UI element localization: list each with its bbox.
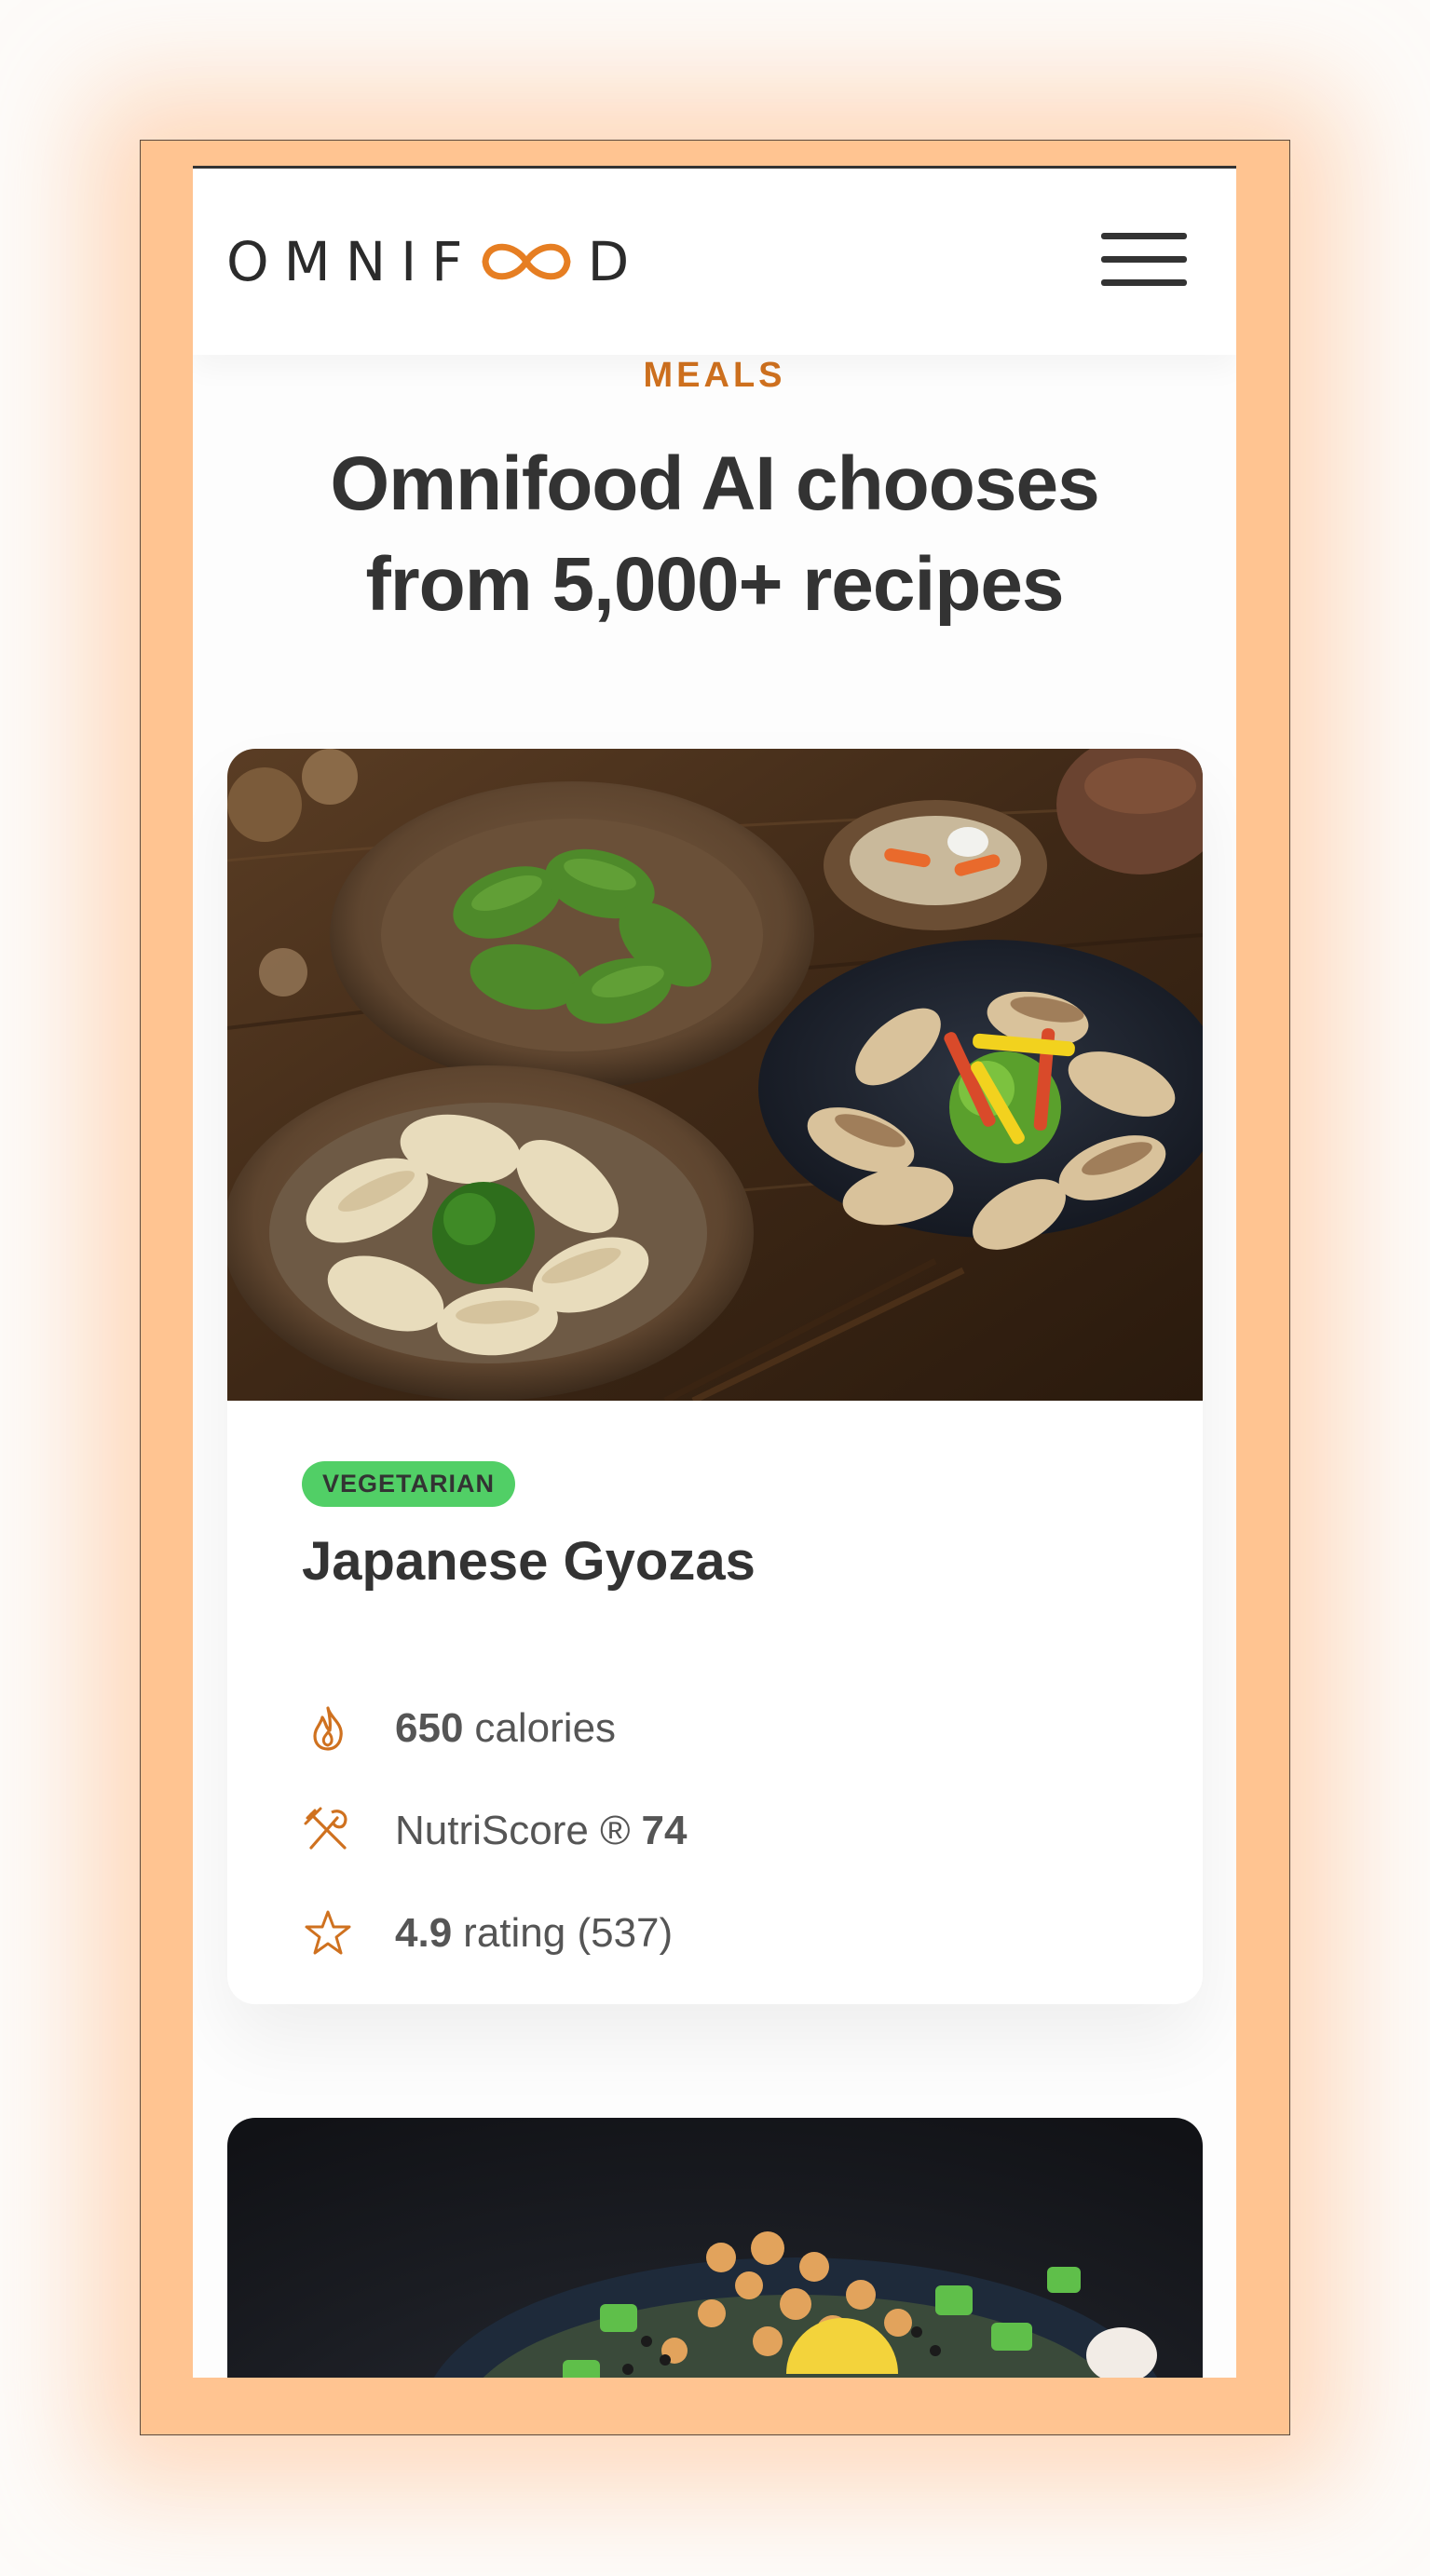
- meal-title: Japanese Gyozas: [302, 1531, 756, 1592]
- rating-value: 4.9: [395, 1910, 453, 1956]
- section-subheading: MEALS: [643, 356, 786, 395]
- star-icon: [305, 1910, 351, 1955]
- logo-text-left: OMNIF: [226, 230, 478, 293]
- meal-image-2: [227, 2118, 1203, 2378]
- nutriscore-value: 74: [641, 1808, 688, 1853]
- nutriscore-label: NutriScore ®: [395, 1808, 631, 1853]
- logo-text-right: D: [587, 230, 645, 293]
- calories-label: calories: [474, 1705, 617, 1751]
- heading-line-1: Omnifood AI chooses: [330, 441, 1099, 526]
- meal-attribute-calories: 650 calories: [302, 1696, 616, 1761]
- flame-icon: [313, 1706, 343, 1751]
- section-heading: Omnifood AI chooses from 5,000+ recipes: [249, 434, 1180, 635]
- header: OMNIF D: [193, 169, 1236, 355]
- heading-line-2: from 5,000+ recipes: [365, 542, 1064, 627]
- meal-card[interactable]: VEGETARIAN Japanese Gyozas 650 calories …: [227, 749, 1203, 2004]
- meal-image: [227, 749, 1203, 1401]
- infinity-logo-icon: [482, 243, 571, 280]
- calories-value: 650: [395, 1705, 464, 1751]
- phone-screen: OMNIF D MEALS Omnifood AI chooses from 5…: [193, 166, 1236, 2378]
- logo[interactable]: OMNIF D: [226, 229, 644, 294]
- vegetarian-tag: VEGETARIAN: [302, 1461, 516, 1507]
- meal-attribute-nutriscore: NutriScore ® 74: [302, 1798, 687, 1864]
- restaurant-icon: [304, 1807, 347, 1850]
- rating-label: rating (537): [463, 1910, 674, 1956]
- meal-attribute-rating: 4.9 rating (537): [302, 1901, 673, 1966]
- hamburger-menu-icon[interactable]: [1101, 229, 1190, 290]
- meal-card-2[interactable]: [227, 2118, 1203, 2378]
